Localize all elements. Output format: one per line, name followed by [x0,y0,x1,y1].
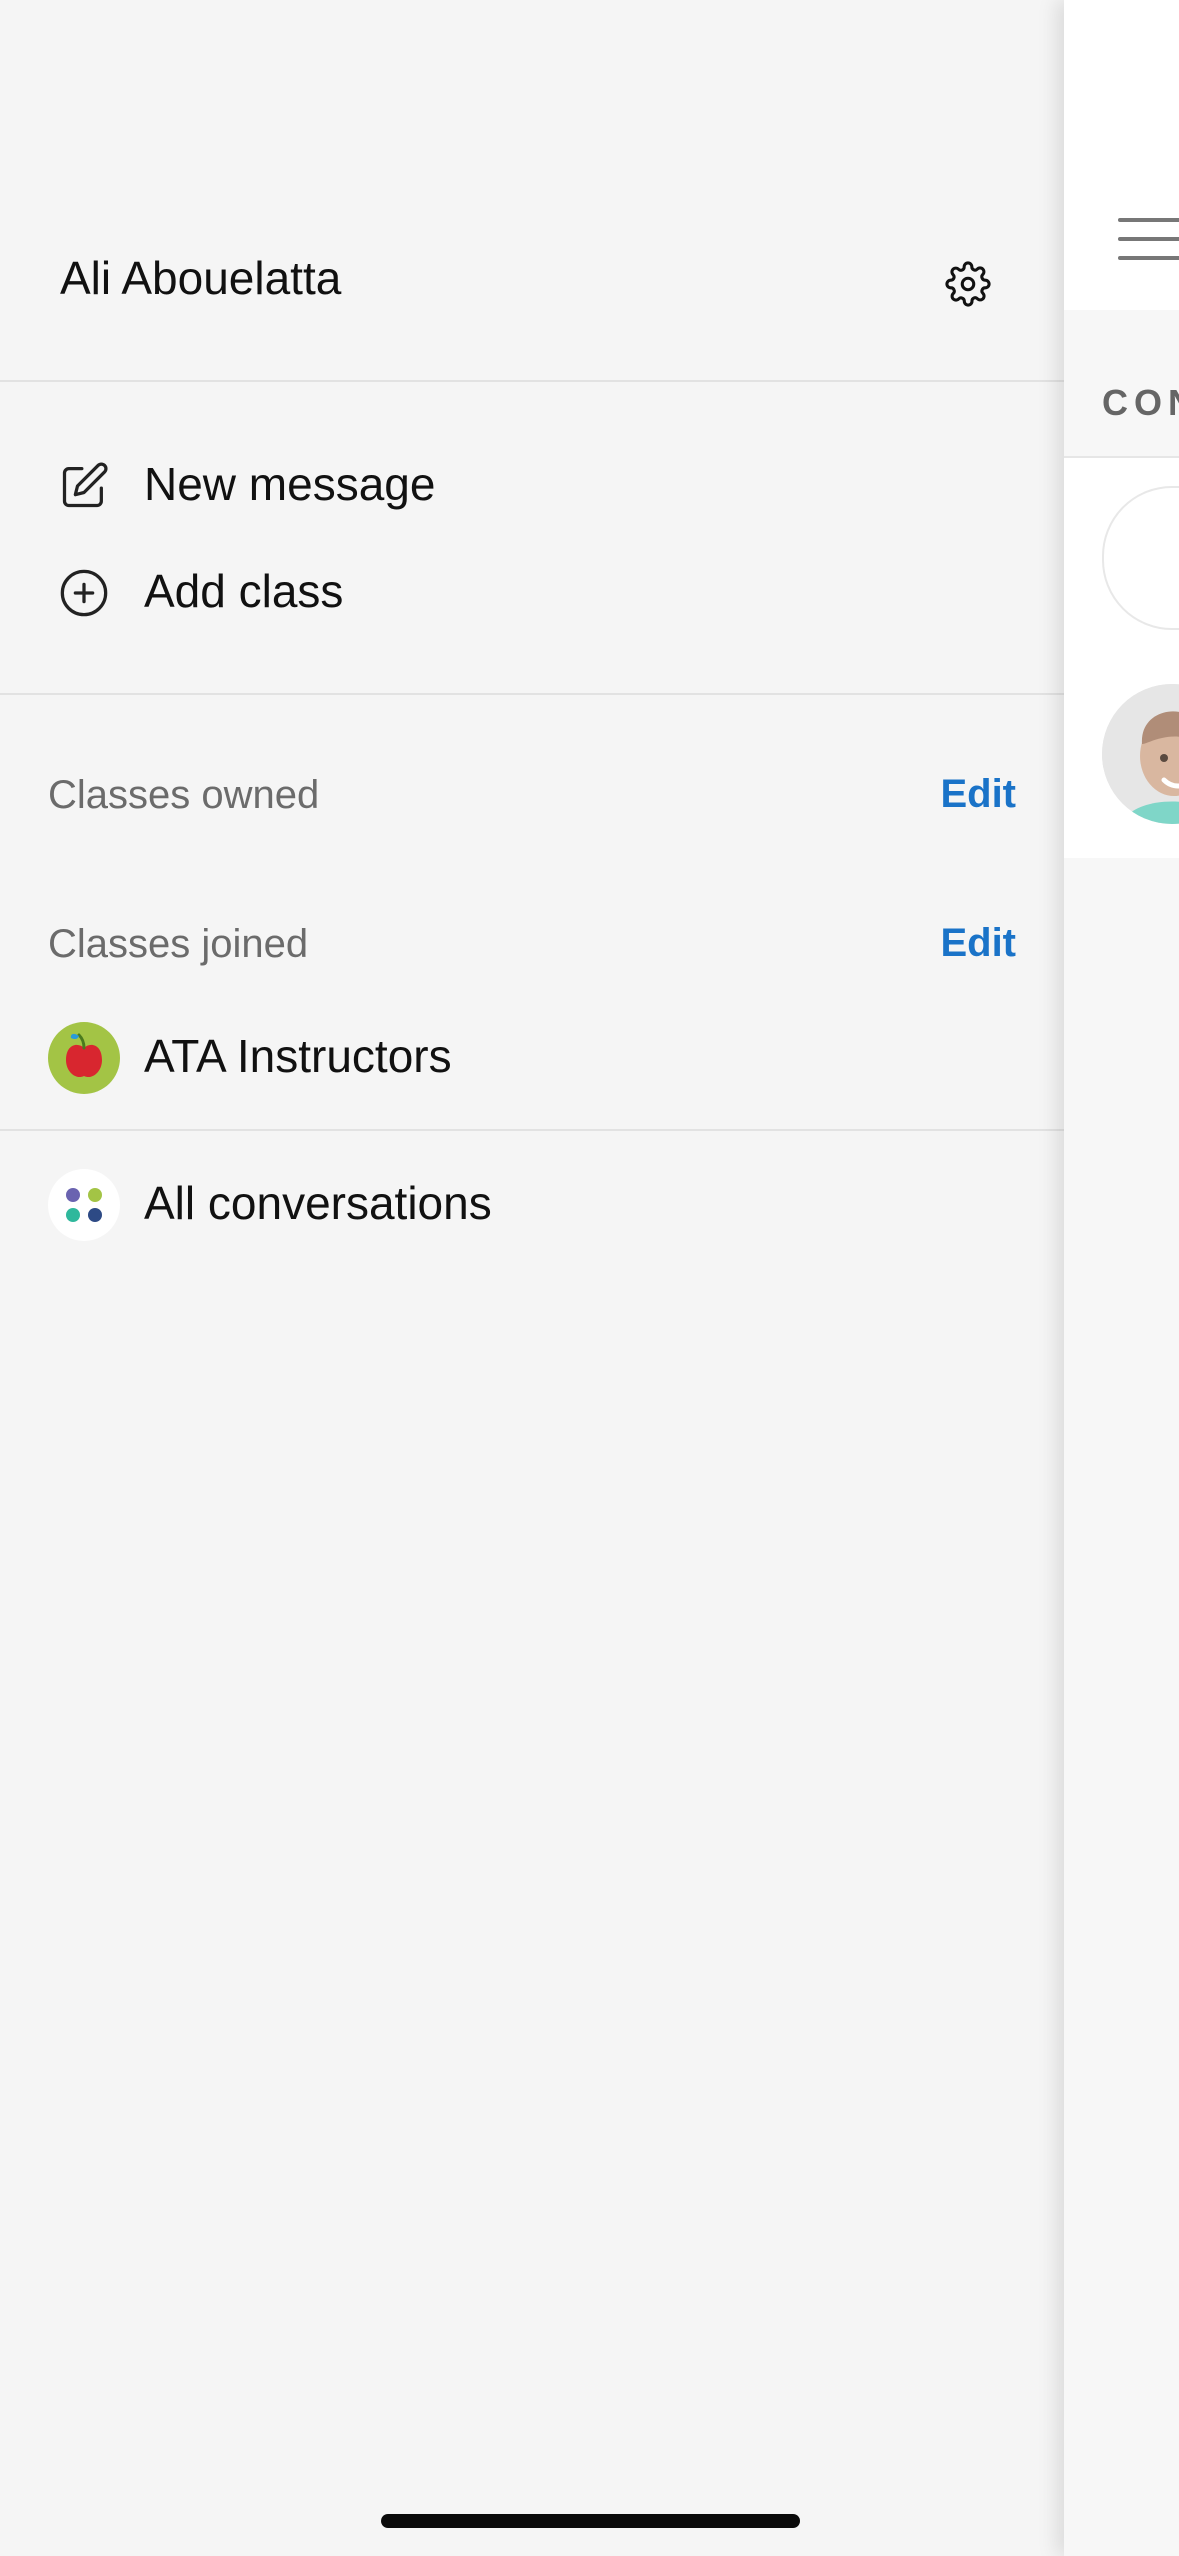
apple-icon [66,1033,102,1078]
settings-button[interactable] [936,252,1000,316]
main-header [1064,0,1179,312]
classes-owned-header: Classes owned Edit [0,756,1064,836]
all-conversations-item[interactable]: All conversations [0,1149,1064,1259]
class-label: ATA Instructors [144,1030,452,1082]
divider [0,380,1064,382]
gear-icon [945,261,991,307]
conversation-list: F [1064,458,1179,858]
menu-icon[interactable] [1118,218,1179,264]
all-conversations-avatar [48,1169,120,1241]
home-indicator[interactable] [381,2514,800,2528]
classes-joined-edit-button[interactable]: Edit [940,917,1016,969]
compose-icon [62,462,108,508]
section-label: CON [1102,382,1179,423]
profile-row: Ali Abouelatta [0,230,1064,330]
avatar[interactable] [1102,684,1179,824]
add-class-label: Add class [144,565,344,617]
plus-circle-icon [60,569,108,617]
classes-owned-edit-button[interactable]: Edit [940,768,1016,820]
classes-owned-title: Classes owned [48,773,320,817]
person-avatar-icon [1102,684,1179,824]
classes-joined-header: Classes joined Edit [0,905,1064,985]
class-avatar [48,1022,120,1094]
divider [0,1129,1064,1131]
new-message-button[interactable]: New message [0,434,1064,534]
conversations-section-header: CON [1064,310,1179,458]
add-class-button[interactable]: Add class [0,541,1064,641]
dots-grid-icon [66,1188,102,1222]
search-field[interactable]: F [1102,486,1179,630]
classes-joined-title: Classes joined [48,922,309,966]
side-drawer: Ali Abouelatta New message Add class Cla… [0,0,1064,2556]
user-name: Ali Abouelatta [60,252,342,304]
divider [0,693,1064,695]
class-item-ata-instructors[interactable]: ATA Instructors [0,1002,1064,1112]
new-message-label: New message [144,458,436,510]
all-conversations-label: All conversations [144,1177,492,1229]
main-panel[interactable]: CON F [1064,0,1179,2556]
